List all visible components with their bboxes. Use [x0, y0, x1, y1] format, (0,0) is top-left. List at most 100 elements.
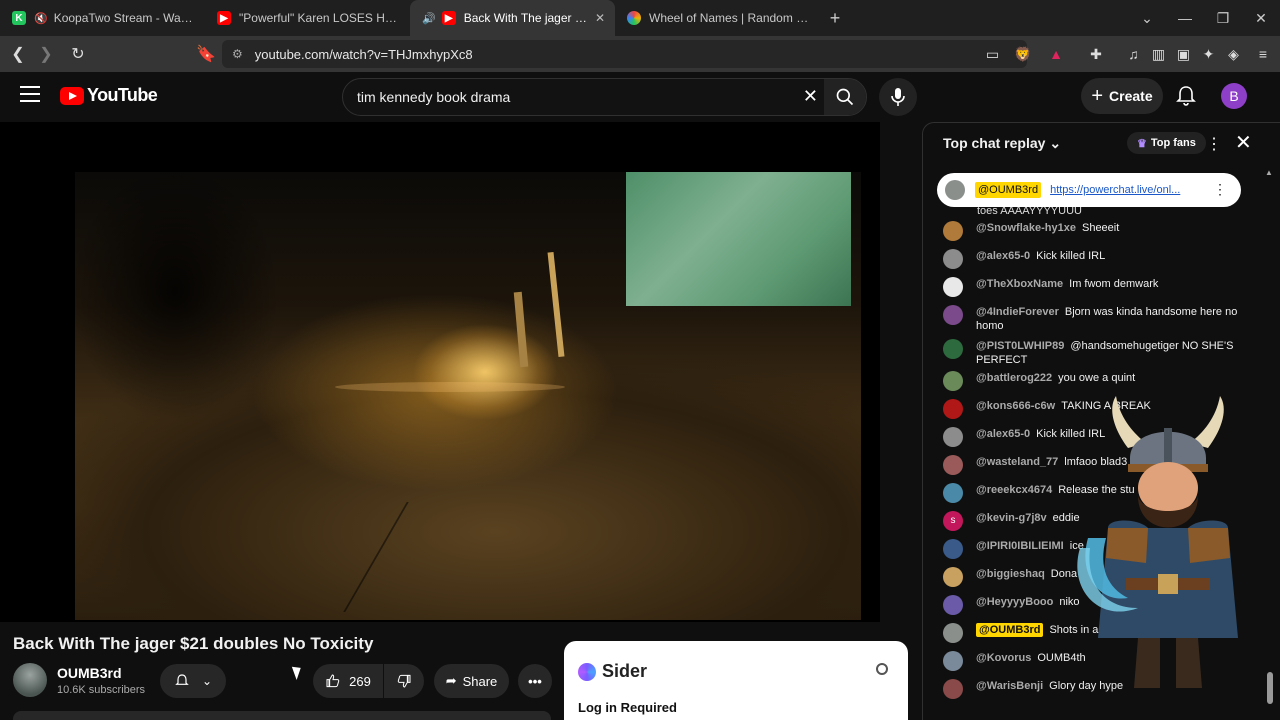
- video-player[interactable]: [0, 122, 880, 622]
- chat-message[interactable]: @alex65-0 Kick killed IRL: [943, 249, 1243, 269]
- reload-icon[interactable]: ↻: [66, 44, 90, 64]
- sider-login-text[interactable]: Log in Required: [578, 700, 677, 715]
- avatar[interactable]: [943, 277, 963, 297]
- forward-icon[interactable]: ❯: [34, 44, 58, 64]
- create-button[interactable]: + Create: [1081, 78, 1163, 114]
- chat-author[interactable]: @IPIRI0IBILIEIMI: [976, 540, 1064, 552]
- chat-message[interactable]: @PIST0LWHIP89 @handsomehugetiger NO SHE'S…: [943, 339, 1243, 367]
- chat-close-icon[interactable]: ✕: [1235, 130, 1252, 155]
- sider-logo: Sider: [578, 661, 647, 682]
- scroll-up-icon[interactable]: ▲: [1265, 168, 1273, 177]
- avatar[interactable]: [943, 679, 963, 699]
- avatar[interactable]: [943, 371, 963, 391]
- top-fans-button[interactable]: ♛ Top fans: [1127, 132, 1206, 154]
- chat-author[interactable]: @kons666-c6w: [976, 400, 1055, 412]
- window-close-icon[interactable]: ✕: [1242, 10, 1280, 27]
- avatar[interactable]: [943, 249, 963, 269]
- chat-author[interactable]: @wasteland_77: [976, 456, 1058, 468]
- youtube-header: YouTube tim kennedy book drama ✕ + Creat…: [0, 72, 1280, 122]
- avatar[interactable]: [943, 595, 963, 615]
- back-icon[interactable]: ❮: [6, 44, 30, 64]
- video-frame[interactable]: [75, 172, 861, 620]
- guide-menu-icon[interactable]: [20, 86, 40, 102]
- description-box[interactable]: [13, 711, 551, 720]
- minimize-icon[interactable]: —: [1166, 10, 1204, 26]
- chat-author[interactable]: @kevin-g7j8v: [976, 512, 1047, 524]
- brave-rewards-icon[interactable]: ▲: [1041, 46, 1071, 62]
- avatar[interactable]: [943, 567, 963, 587]
- avatar[interactable]: [943, 339, 963, 359]
- bookmark-icon[interactable]: 🔖: [194, 44, 218, 64]
- chat-more-icon[interactable]: ⋮: [1206, 134, 1222, 154]
- avatar[interactable]: [943, 427, 963, 447]
- subscription-bell-button[interactable]: ⌄: [160, 664, 226, 698]
- chat-message[interactable]: @Snowflake-hy1xe Sheeeit: [943, 221, 1243, 241]
- account-avatar[interactable]: B: [1221, 83, 1247, 109]
- tab-search-chevron-icon[interactable]: ⌄: [1128, 10, 1166, 27]
- chat-author[interactable]: @biggieshaq: [976, 568, 1045, 580]
- chat-author[interactable]: @HeyyyyBooo: [976, 596, 1053, 608]
- avatar[interactable]: s: [943, 511, 963, 531]
- site-settings-icon[interactable]: ⚙: [232, 47, 243, 61]
- like-button[interactable]: 269: [313, 664, 383, 698]
- clear-search-icon[interactable]: ✕: [803, 86, 818, 107]
- youtube-logo[interactable]: YouTube: [60, 85, 158, 106]
- pinned-more-icon[interactable]: ⋮: [1213, 181, 1227, 198]
- avatar[interactable]: [943, 651, 963, 671]
- browser-tab[interactable]: ▶ "Powerful" Karen LOSES HER MIND V: [205, 0, 410, 36]
- avatar[interactable]: [943, 221, 963, 241]
- pinned-message[interactable]: @OUMB3rd https://powerchat.live/onl... ⋮: [937, 173, 1241, 207]
- chat-author[interactable]: @Snowflake-hy1xe: [976, 222, 1076, 234]
- avatar[interactable]: [943, 399, 963, 419]
- maximize-icon[interactable]: ❐: [1204, 10, 1242, 27]
- channel-name[interactable]: OUMB3rd: [57, 665, 122, 681]
- browser-tab[interactable]: K 🔇 KoopaTwo Stream - Watch Live o: [0, 0, 205, 36]
- muted-speaker-icon[interactable]: 🔇: [34, 12, 48, 25]
- pinned-link[interactable]: https://powerchat.live/onl...: [1050, 184, 1180, 196]
- browser-tab[interactable]: Wheel of Names | Random name pic: [615, 0, 820, 36]
- new-tab-icon[interactable]: +: [820, 8, 850, 29]
- menu-icon[interactable]: ≡: [1246, 46, 1280, 62]
- dislike-button[interactable]: [384, 664, 424, 698]
- speaker-icon[interactable]: 🔊: [422, 12, 436, 25]
- chat-author[interactable]: @alex65-0: [976, 250, 1030, 262]
- chat-author[interactable]: @reeekcx4674: [976, 484, 1052, 496]
- voice-search-button[interactable]: [879, 78, 917, 116]
- chat-mode-dropdown[interactable]: Top chat replay ⌄: [943, 135, 1061, 152]
- avatar[interactable]: [943, 539, 963, 559]
- avatar[interactable]: [943, 455, 963, 475]
- chat-message[interactable]: @4IndieForever Bjorn was kinda handsome h…: [943, 305, 1243, 333]
- chat-author[interactable]: @PIST0LWHIP89: [976, 340, 1064, 352]
- chat-author[interactable]: @battlerog222: [976, 372, 1052, 384]
- tab-close-icon[interactable]: ✕: [595, 11, 605, 25]
- search-input[interactable]: tim kennedy book drama ✕: [342, 78, 867, 116]
- chat-message[interactable]: @TheXboxName Im fwom demwark: [943, 277, 1243, 297]
- avatar[interactable]: [943, 483, 963, 503]
- pinned-author[interactable]: @OUMB3rd: [975, 182, 1042, 198]
- media-icon[interactable]: ♫: [1121, 46, 1146, 62]
- leo-icon[interactable]: ✦: [1196, 46, 1221, 63]
- wheel-favicon-icon: [627, 11, 641, 25]
- chat-author[interactable]: @4IndieForever: [976, 306, 1059, 318]
- browser-tab-active[interactable]: 🔊 ▶ Back With The jager $21 doub ✕: [410, 0, 615, 36]
- chat-author[interactable]: @alex65-0: [976, 428, 1030, 440]
- avatar[interactable]: [943, 623, 963, 643]
- chat-author[interactable]: @Kovorus: [976, 652, 1031, 664]
- channel-avatar[interactable]: [13, 663, 47, 697]
- avatar[interactable]: [943, 305, 963, 325]
- more-actions-button[interactable]: •••: [518, 664, 552, 698]
- chat-author[interactable]: @WarisBenji: [976, 680, 1043, 692]
- search-button[interactable]: [824, 79, 866, 115]
- wallet-icon[interactable]: ▣: [1171, 46, 1196, 63]
- cast-icon[interactable]: ▭: [980, 46, 1005, 63]
- chat-author[interactable]: @TheXboxName: [976, 278, 1063, 290]
- vpn-icon[interactable]: ◈: [1221, 46, 1246, 63]
- address-bar[interactable]: ⚙ youtube.com/watch?v=THJmxhypXc8: [222, 40, 1027, 68]
- sidebar-toggle-icon[interactable]: ▥: [1146, 46, 1171, 63]
- brave-shields-icon[interactable]: 🦁: [1005, 46, 1041, 63]
- share-button[interactable]: ➦ Share: [434, 664, 509, 698]
- chat-author[interactable]: @OUMB3rd: [976, 623, 1044, 637]
- extensions-icon[interactable]: ✚: [1071, 46, 1121, 63]
- sider-settings-icon[interactable]: [876, 663, 888, 675]
- notifications-bell-icon[interactable]: [1174, 84, 1198, 108]
